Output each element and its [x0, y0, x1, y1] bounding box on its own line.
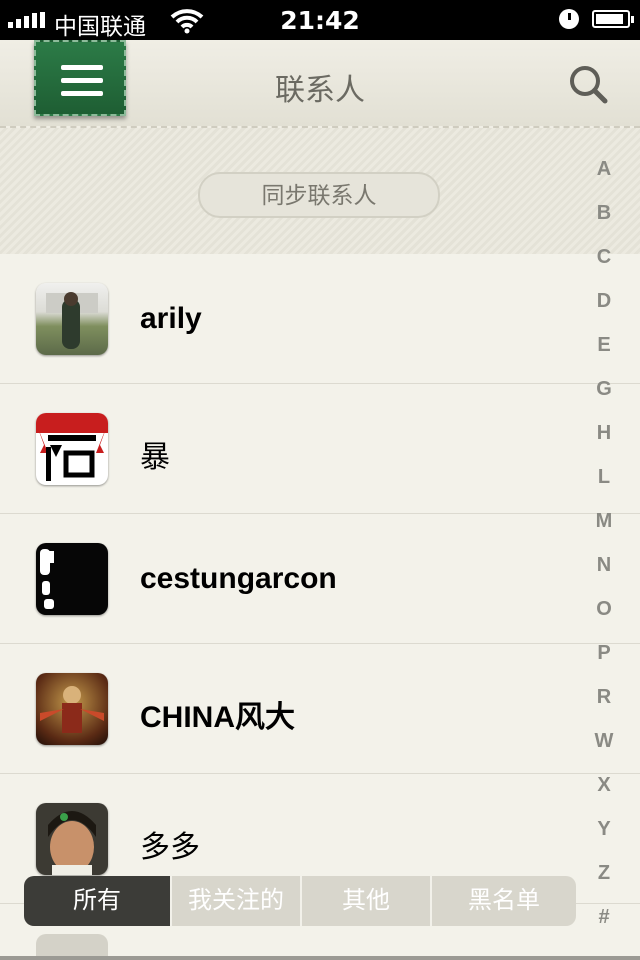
tab-all[interactable]: 所有	[24, 876, 172, 926]
contact-name: cestungarcon	[140, 562, 337, 595]
clock: 21:42	[280, 6, 360, 35]
index-letter[interactable]: E	[588, 334, 620, 378]
index-letter[interactable]: #	[588, 906, 620, 950]
contact-row[interactable]: arily	[0, 254, 640, 384]
index-letter[interactable]: N	[588, 554, 620, 598]
search-icon[interactable]	[568, 64, 608, 104]
index-letter[interactable]: W	[588, 730, 620, 774]
tab-blacklist[interactable]: 黑名单	[432, 876, 576, 926]
avatar	[36, 283, 108, 355]
avatar	[36, 413, 108, 485]
contact-row[interactable]: 暴	[0, 384, 640, 514]
tab-following[interactable]: 我关注的	[172, 876, 302, 926]
avatar	[36, 803, 108, 875]
contact-name: 多多	[140, 831, 200, 864]
avatar	[36, 673, 108, 745]
alarm-icon	[559, 9, 579, 29]
bottom-divider	[0, 956, 640, 960]
index-letter[interactable]: Z	[588, 862, 620, 906]
index-letter[interactable]: B	[588, 202, 620, 246]
status-bar: 中国联通 21:42	[0, 0, 640, 40]
index-letter[interactable]: L	[588, 466, 620, 510]
tab-other[interactable]: 其他	[302, 876, 432, 926]
index-letter[interactable]: C	[588, 246, 620, 290]
index-letter[interactable]: G	[588, 378, 620, 422]
nav-bar: 联系人	[0, 40, 640, 128]
contact-list: arily 暴 cestungarcon CHINA风大 多多	[0, 254, 640, 904]
index-letter[interactable]: X	[588, 774, 620, 818]
index-letter[interactable]: R	[588, 686, 620, 730]
index-letter[interactable]: D	[588, 290, 620, 334]
battery-icon	[592, 10, 634, 28]
sync-contacts-button[interactable]: 同步联系人	[198, 172, 440, 218]
contact-name: 暴	[140, 441, 170, 474]
contact-name: CHINA风大	[140, 701, 295, 734]
contact-name: arily	[140, 302, 202, 335]
contact-row[interactable]: cestungarcon	[0, 514, 640, 644]
sync-area: 同步联系人	[0, 128, 640, 254]
index-letter[interactable]: O	[588, 598, 620, 642]
filter-tabs: 所有 我关注的 其他 黑名单	[24, 876, 576, 926]
avatar	[36, 543, 108, 615]
index-letter[interactable]: H	[588, 422, 620, 466]
index-letter[interactable]: Y	[588, 818, 620, 862]
page-title: 联系人	[275, 74, 365, 107]
index-letter[interactable]: A	[588, 158, 620, 202]
alphabet-index[interactable]: A B C D E G H L M N O P R W X Y Z #	[588, 158, 620, 950]
index-letter[interactable]: M	[588, 510, 620, 554]
index-letter[interactable]: P	[588, 642, 620, 686]
contact-row[interactable]: CHINA风大	[0, 644, 640, 774]
